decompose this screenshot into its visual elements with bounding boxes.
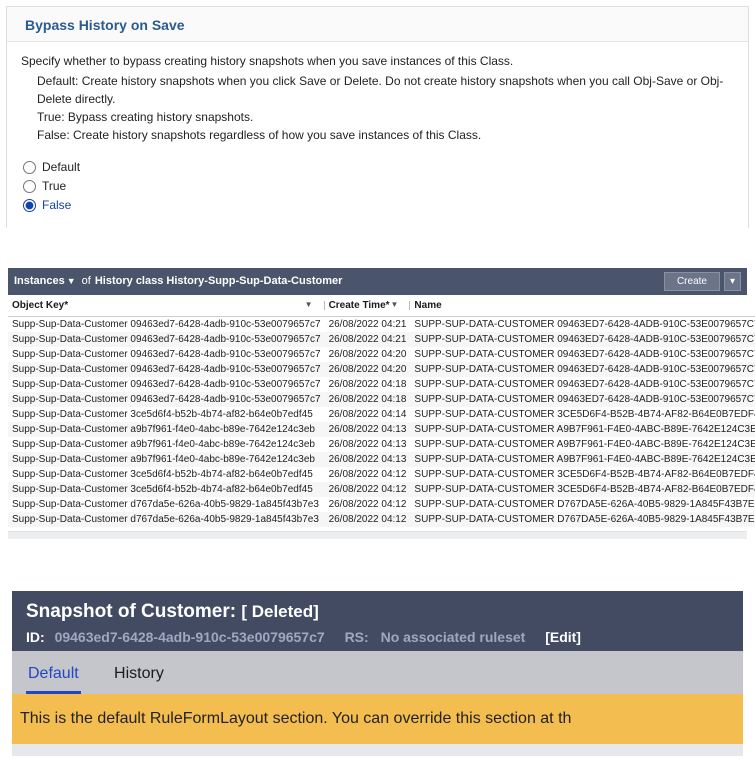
cell-objkey: Supp-Sup-Data-Customer 3ce5d6f4-b52b-4b7… xyxy=(8,467,325,482)
instances-grid: Instances▼ of History class History-Supp… xyxy=(8,268,747,539)
create-dropdown[interactable]: ▾ xyxy=(724,272,741,291)
col-name[interactable]: Name xyxy=(410,295,755,317)
instances-dropdown[interactable]: Instances▼ xyxy=(14,275,76,287)
tab-history[interactable]: History xyxy=(112,659,166,691)
cell-ctime: 26/08/2022 04:20 xyxy=(325,347,411,362)
cell-objkey: Supp-Sup-Data-Customer 09463ed7-6428-4ad… xyxy=(8,362,325,377)
cell-name: SUPP-SUP-DATA-CUSTOMER 09463ED7-6428-4AD… xyxy=(410,362,755,377)
cell-objkey: Supp-Sup-Data-Customer 09463ed7-6428-4ad… xyxy=(8,377,325,392)
cell-objkey: Supp-Sup-Data-Customer a9b7f961-f4e0-4ab… xyxy=(8,422,325,437)
table-row[interactable]: Supp-Sup-Data-Customer 09463ed7-6428-4ad… xyxy=(8,316,755,332)
radio-false[interactable] xyxy=(23,199,36,212)
table-row[interactable]: Supp-Sup-Data-Customer a9b7f961-f4e0-4ab… xyxy=(8,422,755,437)
table-row[interactable]: Supp-Sup-Data-Customer 3ce5d6f4-b52b-4b7… xyxy=(8,482,755,497)
col-create-time[interactable]: Create Time*▼ xyxy=(325,295,411,317)
chevron-down-icon: ▼ xyxy=(65,276,76,286)
radio-group: Default True False xyxy=(23,158,734,216)
cell-name: SUPP-SUP-DATA-CUSTOMER 09463ED7-6428-4AD… xyxy=(410,377,755,392)
cell-objkey: Supp-Sup-Data-Customer 3ce5d6f4-b52b-4b7… xyxy=(8,407,325,422)
cell-ctime: 26/08/2022 04:21 xyxy=(325,316,411,332)
table-row[interactable]: Supp-Sup-Data-Customer 09463ed7-6428-4ad… xyxy=(8,392,755,407)
bypass-history-panel: Bypass History on Save Specify whether t… xyxy=(6,6,749,228)
desc-true: True: Bypass creating history snapshots. xyxy=(37,108,734,126)
sort-arrow-icon: ▼ xyxy=(305,300,313,309)
table-row[interactable]: Supp-Sup-Data-Customer d767da5e-626a-40b… xyxy=(8,512,755,527)
snapshot-body: This is the default RuleFormLayout secti… xyxy=(12,694,743,744)
snapshot-panel: Snapshot of Customer: [ Deleted] ID: 094… xyxy=(12,591,743,756)
cell-name: SUPP-SUP-DATA-CUSTOMER 3CE5D6F4-B52B-4B7… xyxy=(410,407,755,422)
instances-grid-header: Instances▼ of History class History-Supp… xyxy=(8,268,747,295)
cell-ctime: 26/08/2022 04:18 xyxy=(325,377,411,392)
cell-name: SUPP-SUP-DATA-CUSTOMER 3CE5D6F4-B52B-4B7… xyxy=(410,467,755,482)
cell-ctime: 26/08/2022 04:12 xyxy=(325,497,411,512)
cell-ctime: 26/08/2022 04:14 xyxy=(325,407,411,422)
radio-true-label: True xyxy=(42,177,66,196)
cell-ctime: 26/08/2022 04:13 xyxy=(325,422,411,437)
rs-label: RS: xyxy=(345,629,369,645)
table-row[interactable]: Supp-Sup-Data-Customer a9b7f961-f4e0-4ab… xyxy=(8,437,755,452)
cell-ctime: 26/08/2022 04:18 xyxy=(325,392,411,407)
id-value: 09463ed7-6428-4adb-910c-53e0079657c7 xyxy=(55,629,325,645)
create-button[interactable]: Create xyxy=(664,272,720,291)
cell-ctime: 26/08/2022 04:12 xyxy=(325,512,411,527)
instances-table: Object Key*▼ Create Time*▼ Name Supp-Sup… xyxy=(8,295,755,527)
cell-objkey: Supp-Sup-Data-Customer d767da5e-626a-40b… xyxy=(8,497,325,512)
cell-objkey: Supp-Sup-Data-Customer 3ce5d6f4-b52b-4b7… xyxy=(8,482,325,497)
sort-arrow-icon: ▼ xyxy=(391,300,399,309)
radio-default[interactable] xyxy=(23,161,36,174)
cell-ctime: 26/08/2022 04:20 xyxy=(325,362,411,377)
cell-objkey: Supp-Sup-Data-Customer 09463ed7-6428-4ad… xyxy=(8,316,325,332)
cell-ctime: 26/08/2022 04:12 xyxy=(325,467,411,482)
of-text: of xyxy=(82,275,91,287)
table-row[interactable]: Supp-Sup-Data-Customer 3ce5d6f4-b52b-4b7… xyxy=(8,407,755,422)
rs-value: No associated ruleset xyxy=(381,629,526,645)
cell-name: SUPP-SUP-DATA-CUSTOMER 09463ED7-6428-4AD… xyxy=(410,347,755,362)
cell-objkey: Supp-Sup-Data-Customer 09463ed7-6428-4ad… xyxy=(8,392,325,407)
table-row[interactable]: Supp-Sup-Data-Customer 09463ed7-6428-4ad… xyxy=(8,377,755,392)
panel-title: Bypass History on Save xyxy=(7,7,748,42)
edit-link[interactable]: [Edit] xyxy=(545,629,581,645)
table-row[interactable]: Supp-Sup-Data-Customer d767da5e-626a-40b… xyxy=(8,497,755,512)
radio-false-label: False xyxy=(42,196,71,215)
cell-name: SUPP-SUP-DATA-CUSTOMER 09463ED7-6428-4AD… xyxy=(410,392,755,407)
desc-default: Default: Create history snapshots when y… xyxy=(37,72,734,108)
table-row[interactable]: Supp-Sup-Data-Customer a9b7f961-f4e0-4ab… xyxy=(8,452,755,467)
table-row[interactable]: Supp-Sup-Data-Customer 09463ed7-6428-4ad… xyxy=(8,347,755,362)
cell-ctime: 26/08/2022 04:21 xyxy=(325,332,411,347)
col-object-key[interactable]: Object Key*▼ xyxy=(8,295,325,317)
radio-default-label: Default xyxy=(42,158,80,177)
cell-objkey: Supp-Sup-Data-Customer 09463ed7-6428-4ad… xyxy=(8,332,325,347)
cell-name: SUPP-SUP-DATA-CUSTOMER 09463ED7-6428-4AD… xyxy=(410,316,755,332)
cell-ctime: 26/08/2022 04:13 xyxy=(325,452,411,467)
tab-default[interactable]: Default xyxy=(26,659,81,694)
snapshot-deleted-tag: [ Deleted] xyxy=(241,602,318,621)
cell-objkey: Supp-Sup-Data-Customer d767da5e-626a-40b… xyxy=(8,512,325,527)
cell-name: SUPP-SUP-DATA-CUSTOMER 09463ED7-6428-4AD… xyxy=(410,332,755,347)
class-label: History class History-Supp-Sup-Data-Cust… xyxy=(95,275,343,287)
cell-ctime: 26/08/2022 04:13 xyxy=(325,437,411,452)
snapshot-title: Snapshot of Customer: xyxy=(26,601,236,622)
table-row[interactable]: Supp-Sup-Data-Customer 09463ed7-6428-4ad… xyxy=(8,332,755,347)
desc-main: Specify whether to bypass creating histo… xyxy=(21,52,734,70)
cell-name: SUPP-SUP-DATA-CUSTOMER 3CE5D6F4-B52B-4B7… xyxy=(410,482,755,497)
grid-scrollbar[interactable] xyxy=(8,531,747,539)
table-row[interactable]: Supp-Sup-Data-Customer 3ce5d6f4-b52b-4b7… xyxy=(8,467,755,482)
cell-name: SUPP-SUP-DATA-CUSTOMER A9B7F961-F4E0-4AB… xyxy=(410,452,755,467)
cell-name: SUPP-SUP-DATA-CUSTOMER D767DA5E-626A-40B… xyxy=(410,512,755,527)
cell-objkey: Supp-Sup-Data-Customer a9b7f961-f4e0-4ab… xyxy=(8,437,325,452)
snapshot-footer-bar xyxy=(12,744,743,756)
cell-objkey: Supp-Sup-Data-Customer a9b7f961-f4e0-4ab… xyxy=(8,452,325,467)
snapshot-header: Snapshot of Customer: [ Deleted] ID: 094… xyxy=(12,591,743,651)
cell-name: SUPP-SUP-DATA-CUSTOMER A9B7F961-F4E0-4AB… xyxy=(410,422,755,437)
cell-name: SUPP-SUP-DATA-CUSTOMER D767DA5E-626A-40B… xyxy=(410,497,755,512)
cell-ctime: 26/08/2022 04:12 xyxy=(325,482,411,497)
cell-name: SUPP-SUP-DATA-CUSTOMER A9B7F961-F4E0-4AB… xyxy=(410,437,755,452)
desc-false: False: Create history snapshots regardle… xyxy=(37,126,734,144)
snapshot-tabs: Default History xyxy=(12,651,743,694)
radio-true[interactable] xyxy=(23,180,36,193)
id-label: ID: xyxy=(26,629,45,645)
cell-objkey: Supp-Sup-Data-Customer 09463ed7-6428-4ad… xyxy=(8,347,325,362)
table-row[interactable]: Supp-Sup-Data-Customer 09463ed7-6428-4ad… xyxy=(8,362,755,377)
